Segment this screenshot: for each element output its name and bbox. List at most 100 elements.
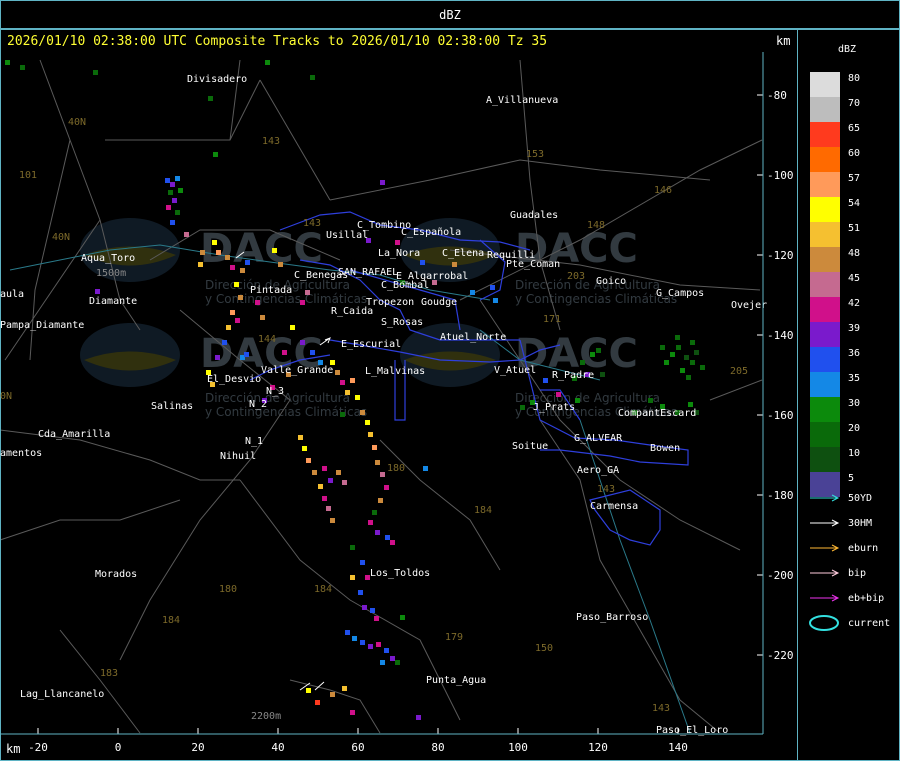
legend-swatch <box>810 72 840 97</box>
echo-cell <box>225 255 230 260</box>
x-tick-label: 80 <box>431 741 444 754</box>
legend-swatch <box>810 147 840 172</box>
legend-swatch <box>810 397 840 422</box>
echo-cell <box>290 325 295 330</box>
legend-swatch-label: 39 <box>848 323 861 334</box>
map-title: 2026/01/10 02:38:00 UTC Composite Tracks… <box>7 34 548 49</box>
x-tick-label: 20 <box>191 741 204 754</box>
echo-cell <box>360 640 365 645</box>
route-label: 179 <box>445 632 463 643</box>
radar-map[interactable]: DACC DACC DACC DACC Dirección de Agricul… <box>0 0 900 761</box>
echo-cell <box>20 65 25 70</box>
place-label: Bowen <box>650 443 680 454</box>
echo-cell <box>168 190 173 195</box>
echo-cell <box>374 616 379 621</box>
echo-cell <box>350 378 355 383</box>
echo-cell <box>345 630 350 635</box>
echo-cell <box>335 370 340 375</box>
legend-swatch <box>810 372 840 397</box>
place-label: Salinas <box>151 401 193 412</box>
echo-cell <box>670 352 675 357</box>
place-label: N_2 <box>249 399 267 410</box>
echo-cell <box>340 380 345 385</box>
echo-cell <box>298 435 303 440</box>
echo-cell <box>302 446 307 451</box>
echo-cell <box>306 458 311 463</box>
echo-cell <box>234 282 239 287</box>
legend-swatch <box>810 247 840 272</box>
y-tick-label: -120 <box>767 249 794 262</box>
echo-cell <box>664 360 669 365</box>
place-label: V_Atuel <box>494 365 536 376</box>
echo-cell <box>342 686 347 691</box>
legend-swatch-label: 30 <box>848 398 861 409</box>
x-axis: -20 0 20 40 60 80 100 120 140 <box>28 728 688 754</box>
echo-cell <box>375 530 380 535</box>
x-tick-label: -20 <box>28 741 48 754</box>
echo-cell <box>222 340 227 345</box>
echo-cell <box>360 410 365 415</box>
echo-cell <box>265 60 270 65</box>
place-label: 1500m <box>96 268 126 279</box>
legend-swatch-label: 36 <box>848 348 861 359</box>
route-label: 184 <box>162 615 180 626</box>
place-label: Aqua_Toro <box>81 253 135 264</box>
echo-cell <box>300 300 305 305</box>
place-label: S_Rosas <box>381 317 423 328</box>
legend-swatch-label: 35 <box>848 373 861 384</box>
place-label: Punta_Agua <box>426 675 486 686</box>
echo-cell <box>375 460 380 465</box>
place-label: Diamante <box>89 296 137 307</box>
place-label: G_ALVEAR <box>574 433 623 444</box>
route-label: 143 <box>303 218 321 229</box>
echo-cell <box>212 240 217 245</box>
legend-swatch-label: 57 <box>848 173 861 184</box>
place-label: Guadales <box>510 210 558 221</box>
echo-cell <box>590 352 595 357</box>
echo-cell <box>688 402 693 407</box>
route-label: 180 <box>387 463 405 474</box>
echo-cell <box>580 360 585 365</box>
place-label: Morados <box>95 569 137 580</box>
echo-cell <box>493 298 498 303</box>
echo-cell <box>245 260 250 265</box>
legend-swatch-label: 80 <box>848 73 861 84</box>
echo-cell <box>350 575 355 580</box>
route-label: 143 <box>597 484 615 495</box>
echo-cell <box>328 478 333 483</box>
echo-cell <box>215 355 220 360</box>
place-label: 2200m <box>251 711 281 722</box>
route-label: 148 <box>587 220 605 231</box>
place-label: L_Malvinas <box>365 366 425 377</box>
place-label: Tropezon <box>366 297 414 308</box>
echo-cell <box>213 152 218 157</box>
echo-cell <box>318 484 323 489</box>
km-unit-bottom: km <box>6 742 21 756</box>
legend-swatch <box>810 197 840 222</box>
legend-swatch <box>810 297 840 322</box>
track-legend-label: eb+bip <box>848 593 885 604</box>
legend-swatch-label: 5 <box>848 473 855 484</box>
echo-cell <box>342 480 347 485</box>
route-label: 143 <box>652 703 670 714</box>
echo-cell <box>255 300 260 305</box>
route-label: 184 <box>474 505 492 516</box>
echo-cell <box>372 445 377 450</box>
place-label: La_Nora <box>378 248 420 259</box>
legend-swatch-label: 60 <box>848 148 861 159</box>
echo-cell <box>676 345 681 350</box>
echo-cell <box>400 615 405 620</box>
echo-cell <box>684 355 689 360</box>
place-label: Cda_Amarilla <box>38 429 110 440</box>
echo-cell <box>226 325 231 330</box>
legend-swatch <box>810 472 840 497</box>
km-unit-top: km <box>776 34 791 48</box>
echo-cell <box>694 350 699 355</box>
legend-swatch-label: 51 <box>848 223 861 234</box>
place-label: Atuel_Norte <box>440 332 506 343</box>
echo-cell <box>172 198 177 203</box>
echo-cell <box>330 518 335 523</box>
echo-cell <box>376 642 381 647</box>
echo-cell <box>272 248 277 253</box>
echo-cell <box>5 60 10 65</box>
